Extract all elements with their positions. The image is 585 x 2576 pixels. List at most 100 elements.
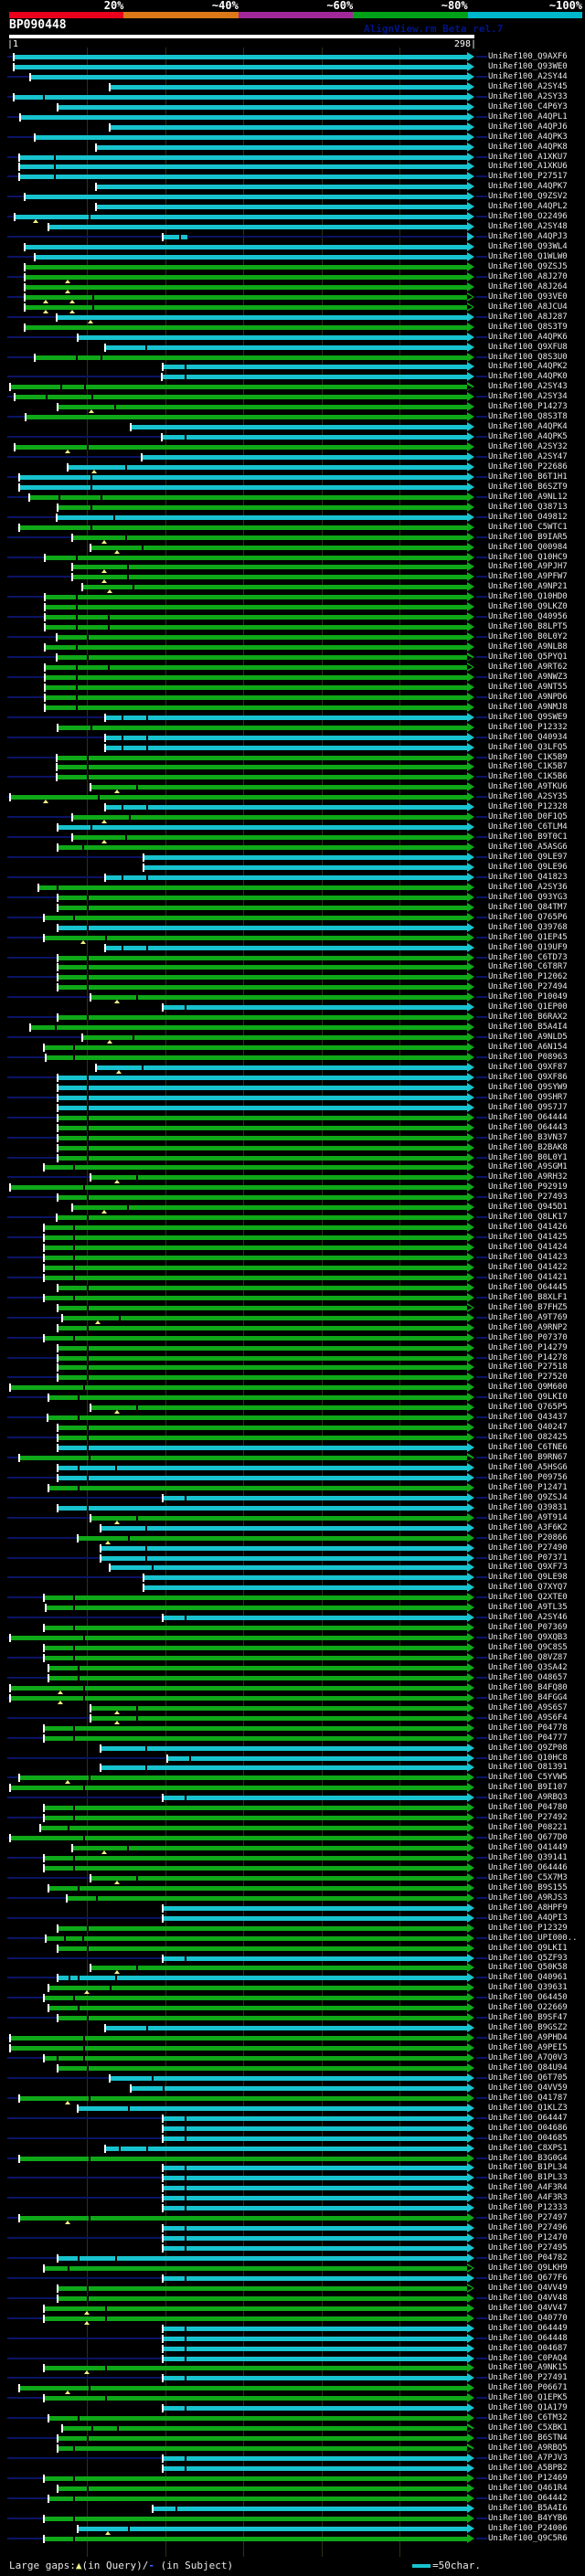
alignment-bar[interactable] <box>162 435 467 440</box>
hit-label[interactable]: UniRef100_O64444 <box>488 1113 568 1123</box>
alignment-row[interactable]: UniRef100_O64448 <box>0 2333 585 2344</box>
alignment-bar[interactable] <box>110 84 467 90</box>
alignment-row[interactable]: UniRef100_P27497 <box>0 2213 585 2225</box>
alignment-row[interactable]: UniRef100_P27493 <box>0 1193 585 1203</box>
alignment-row[interactable]: UniRef100_A2SY48 <box>0 222 585 232</box>
alignment-row[interactable]: UniRef100_Q41421 <box>0 1272 585 1283</box>
alignment-row[interactable]: UniRef100_Q3LFQ5 <box>0 742 585 753</box>
alignment-row[interactable]: UniRef100_P07371 <box>0 1553 585 1564</box>
hit-label[interactable]: UniRef100_P27497 <box>488 2213 568 2223</box>
alignment-bar[interactable] <box>163 2186 467 2191</box>
alignment-bar[interactable] <box>90 1175 467 1181</box>
alignment-row[interactable]: UniRef100_Q1A179 <box>0 2403 585 2413</box>
hit-label[interactable]: UniRef100_Q677F6 <box>488 2274 568 2284</box>
alignment-bar[interactable] <box>44 1725 467 1731</box>
alignment-bar[interactable] <box>163 1005 467 1011</box>
alignment-row[interactable]: UniRef100_A9T914 <box>0 1512 585 1524</box>
alignment-row[interactable]: UniRef100_Q9SHR7 <box>0 1092 585 1103</box>
alignment-bar[interactable] <box>19 175 467 180</box>
alignment-row[interactable]: UniRef100_A9TL35 <box>0 1603 585 1613</box>
alignment-bar[interactable] <box>57 755 467 760</box>
alignment-bar[interactable] <box>58 1015 467 1021</box>
hit-label[interactable]: UniRef100_Q1KLZ3 <box>488 2104 568 2114</box>
alignment-row[interactable]: UniRef100_P12332 <box>0 722 585 733</box>
alignment-row[interactable]: UniRef100_A1XKU6 <box>0 162 585 172</box>
alignment-bar[interactable] <box>58 2295 467 2301</box>
alignment-bar[interactable] <box>96 205 467 210</box>
alignment-bar[interactable] <box>78 334 467 340</box>
alignment-bar[interactable] <box>48 1665 467 1670</box>
alignment-row[interactable]: UniRef100_O64449 <box>0 2323 585 2334</box>
hit-label[interactable]: UniRef100_Q765P6 <box>488 913 568 923</box>
alignment-row[interactable]: UniRef100_A9PEI5 <box>0 2043 585 2053</box>
alignment-bar[interactable] <box>58 1426 467 1431</box>
alignment-row[interactable]: UniRef100_Q5ZF93 <box>0 1953 585 1964</box>
hit-label[interactable]: UniRef100_P24006 <box>488 2524 568 2534</box>
hit-label[interactable]: UniRef100_P27491 <box>488 2373 568 2383</box>
hit-label[interactable]: UniRef100_Q41425 <box>488 1233 568 1243</box>
hit-label[interactable]: UniRef100_B4FGG4 <box>488 1693 568 1703</box>
alignment-bar[interactable] <box>90 1966 467 1971</box>
alignment-row[interactable]: UniRef100_A7PJV3 <box>0 2454 585 2464</box>
alignment-row[interactable]: UniRef100_A4QPK8 <box>0 142 585 153</box>
alignment-bar[interactable] <box>162 375 467 380</box>
alignment-bar[interactable] <box>19 154 467 160</box>
alignment-bar[interactable] <box>58 905 467 910</box>
alignment-row[interactable]: UniRef100_A4QPK7 <box>0 182 585 192</box>
alignment-bar[interactable] <box>167 1755 467 1761</box>
alignment-row[interactable]: UniRef100_O64450 <box>0 1993 585 2003</box>
hit-label[interactable]: UniRef100_P10049 <box>488 992 568 1002</box>
hit-label[interactable]: UniRef100_A4QPJ3 <box>488 232 568 242</box>
hit-label[interactable]: UniRef100_Q9LKI0 <box>488 1393 568 1403</box>
hit-label[interactable]: UniRef100_B4FQ80 <box>488 1683 568 1693</box>
alignment-row[interactable]: UniRef100_Q9XFU8 <box>0 342 585 353</box>
alignment-row[interactable]: UniRef100_O81391 <box>0 1763 585 1773</box>
alignment-row[interactable]: UniRef100_O64445 <box>0 1282 585 1293</box>
hit-label[interactable]: UniRef100_Q9LKZ0 <box>488 602 568 612</box>
hit-label[interactable]: UniRef100_B3G0G4 <box>488 2154 568 2164</box>
alignment-bar[interactable] <box>44 915 467 920</box>
alignment-bar[interactable] <box>58 2016 467 2021</box>
alignment-row[interactable]: UniRef100_Q9SYW9 <box>0 1082 585 1093</box>
alignment-row[interactable]: UniRef100_Q1WLW0 <box>0 252 585 262</box>
alignment-row[interactable]: UniRef100_Q84TM7 <box>0 902 585 913</box>
alignment-bar[interactable] <box>48 1485 467 1490</box>
alignment-bar[interactable] <box>19 1776 467 1781</box>
alignment-bar[interactable] <box>105 715 467 720</box>
alignment-row[interactable]: UniRef100_B6SZT9 <box>0 482 585 493</box>
hit-label[interactable]: UniRef100_O81391 <box>488 1763 568 1773</box>
alignment-row[interactable]: UniRef100_P09756 <box>0 1472 585 1483</box>
hit-label[interactable]: UniRef100_Q677D0 <box>488 1833 568 1843</box>
hit-label[interactable]: UniRef100_Q10HC9 <box>488 553 568 563</box>
hit-label[interactable]: UniRef100_Q41426 <box>488 1223 568 1233</box>
alignment-bar[interactable] <box>58 2256 467 2261</box>
alignment-bar[interactable] <box>19 525 467 530</box>
hit-label[interactable]: UniRef100_Q39631 <box>488 1983 568 1993</box>
hit-label[interactable]: UniRef100_Q945D1 <box>488 1203 568 1213</box>
alignment-row[interactable]: UniRef100_O48657 <box>0 1672 585 1683</box>
alignment-bar[interactable] <box>46 1606 467 1611</box>
alignment-row[interactable]: UniRef100_Q945D1 <box>0 1203 585 1214</box>
alignment-row[interactable]: UniRef100_Q93YG3 <box>0 892 585 903</box>
hit-label[interactable]: UniRef100_Q40956 <box>488 612 568 622</box>
alignment-bar[interactable] <box>25 284 467 290</box>
alignment-bar[interactable] <box>44 2306 467 2311</box>
alignment-bar[interactable] <box>90 1705 467 1711</box>
alignment-bar[interactable] <box>58 1095 467 1100</box>
hit-label[interactable]: UniRef100_A6N154 <box>488 1043 568 1053</box>
alignment-bar[interactable] <box>163 2376 467 2381</box>
hit-label[interactable]: UniRef100_P14279 <box>488 1343 568 1353</box>
alignment-row[interactable]: UniRef100_A9SGM1 <box>0 1162 585 1172</box>
alignment-bar[interactable] <box>72 575 467 580</box>
hit-label[interactable]: UniRef100_O64449 <box>488 2324 568 2334</box>
alignment-row[interactable]: UniRef100_C5X7M3 <box>0 1872 585 1884</box>
hit-label[interactable]: UniRef100_A9TKU6 <box>488 782 568 792</box>
hit-label[interactable]: UniRef100_Q461R4 <box>488 2484 568 2494</box>
hit-label[interactable]: UniRef100_Q84TM7 <box>488 903 568 913</box>
hit-label[interactable]: UniRef100_Q9SYW9 <box>488 1083 568 1093</box>
alignment-bar[interactable] <box>58 1945 467 1951</box>
hit-label[interactable]: UniRef100_Q40934 <box>488 733 568 743</box>
alignment-bar[interactable] <box>62 1315 467 1320</box>
hit-label[interactable]: UniRef100_Q41421 <box>488 1273 568 1283</box>
hit-label[interactable]: UniRef100_A1XKU7 <box>488 153 568 163</box>
